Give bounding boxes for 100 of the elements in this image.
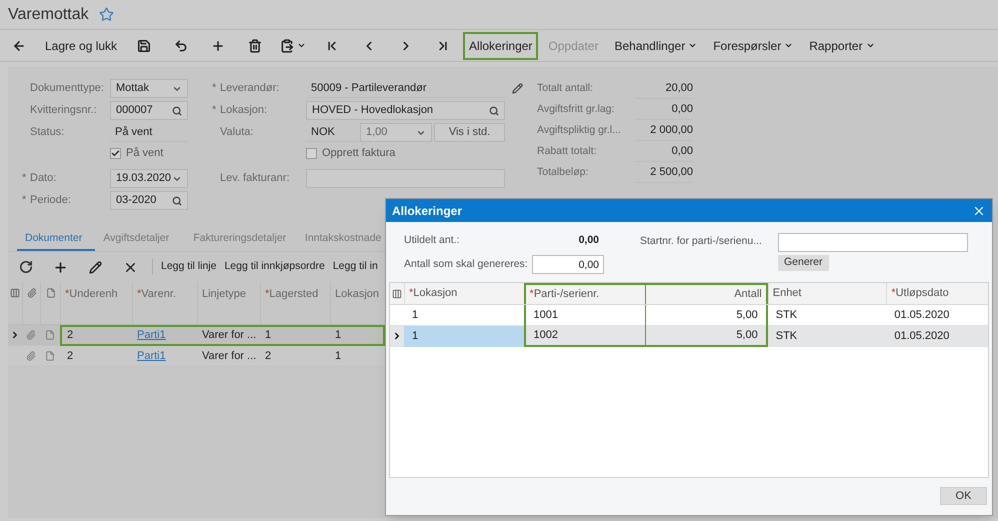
caret-icon <box>297 41 306 50</box>
search-icon <box>172 106 182 116</box>
field-label: Leverandør: <box>220 81 280 96</box>
table-cell: Varer for ... <box>202 350 256 362</box>
table-cell: 2 <box>265 350 272 362</box>
table-cell: 1 <box>265 328 272 341</box>
caret-icon <box>866 41 875 50</box>
paperclip-icon[interactable] <box>26 351 36 361</box>
select-field[interactable]: 19.03.2020 <box>110 169 188 188</box>
field-label: Lokasjon: <box>220 103 268 118</box>
total-label: Avgiftsfritt gr.lag: <box>537 102 616 117</box>
table-cell-text: 01.05.2020 <box>894 308 950 323</box>
grid-toolbar-button[interactable]: Legg til linje <box>157 259 220 275</box>
column-settings-icon[interactable] <box>392 288 402 298</box>
star-icon[interactable] <box>98 7 114 22</box>
start-number-input[interactable] <box>778 232 968 252</box>
field-value: 50009 - Partileverandør <box>306 79 505 98</box>
field-label: Startnr. for parti-/serienu... <box>640 234 763 250</box>
current-row-icon <box>10 330 20 340</box>
table-cell-text: 5,00 <box>736 328 758 343</box>
total-value: 2 500,00 <box>635 162 693 182</box>
field-label: Antall som skal genereres: <box>404 256 528 272</box>
table-cell-text: 5,00 <box>736 308 758 323</box>
save-icon <box>136 38 151 52</box>
table-row[interactable]: 1 1001 5,00 STK 01.05.2020 <box>390 305 988 326</box>
field-label: Status: <box>30 125 64 140</box>
field-value: På vent <box>110 123 188 142</box>
rate-select[interactable]: 1,00 <box>360 123 432 142</box>
refresh-icon[interactable] <box>18 260 32 274</box>
file-icon[interactable] <box>45 351 55 361</box>
lookup-field[interactable]: 03-2020 <box>110 191 188 210</box>
file-icon <box>46 288 56 298</box>
required-asterisk: * <box>212 82 216 94</box>
total-label: Avgiftspliktig gr.l... <box>537 122 622 138</box>
field-label: Utildelt ant.: <box>404 233 460 248</box>
ok-button[interactable]: OK <box>940 487 987 505</box>
grid-toolbar-button[interactable]: Legg til innkjøpsordre <box>220 259 329 275</box>
table-cell-text: 1 <box>412 308 418 323</box>
total-label: Rabatt totalt: <box>537 144 598 159</box>
pencil-icon[interactable] <box>89 260 102 274</box>
field-label: Lev. fakturanr: <box>220 171 290 186</box>
clipboard-icon <box>280 38 294 52</box>
caret-icon <box>784 41 794 50</box>
pencil-icon[interactable] <box>512 83 523 94</box>
table-cell: 1 <box>335 350 342 362</box>
field-label: Periode: <box>30 193 71 208</box>
page-title: Varemottak <box>8 4 89 24</box>
table-cell-text: 1001 <box>534 308 558 323</box>
table-row[interactable]: 1 1002 5,00 STK 01.05.2020 <box>390 326 988 347</box>
menu-button[interactable]: Forespørsler <box>709 34 798 58</box>
total-value: 0,00 <box>635 100 693 120</box>
search-icon <box>172 196 182 206</box>
menu-button[interactable]: Rapporter <box>805 34 879 58</box>
total-value: 20,00 <box>635 78 693 98</box>
total-value: 2 000,00 <box>635 120 693 140</box>
undo-icon <box>174 38 188 52</box>
total-value: 0,00 <box>635 142 693 162</box>
caret-icon <box>688 41 698 50</box>
paperclip-icon[interactable] <box>26 330 36 340</box>
trash-icon <box>248 38 262 52</box>
toolbar-button[interactable]: Lagre og lukk <box>41 34 122 58</box>
table-cell: 2 <box>67 328 74 341</box>
search-icon <box>489 106 499 116</box>
field-label: Valuta: <box>220 125 254 140</box>
column-header[interactable]: *Lokasjon <box>404 283 524 304</box>
column-header[interactable]: *Utløpsdato <box>886 283 988 304</box>
required-asterisk: * <box>22 194 26 206</box>
column-header[interactable]: Enhet <box>768 283 886 304</box>
checkbox[interactable] <box>306 148 317 159</box>
lookup-field[interactable]: 000007 <box>110 101 188 120</box>
plus-icon <box>210 38 225 52</box>
menu-button[interactable]: Behandlinger <box>610 34 702 58</box>
lookup-field[interactable]: HOVED - Hovedlokasjon <box>306 101 505 120</box>
field-label: Dato: <box>30 171 56 186</box>
table-cell-text: 1002 <box>534 328 558 343</box>
required-asterisk: * <box>212 104 216 116</box>
field-value: 0,00 <box>578 233 600 248</box>
required-asterisk: * <box>22 172 26 184</box>
checkbox-label: Opprett faktura <box>322 146 396 162</box>
grid-toolbar-button[interactable]: Legg til in <box>328 259 382 275</box>
field-label: Kvitteringsnr.: <box>30 103 97 118</box>
check-icon <box>111 149 120 158</box>
checkbox[interactable] <box>110 148 121 159</box>
column-settings-icon[interactable] <box>10 288 20 298</box>
count-input[interactable]: 0,00 <box>532 255 604 274</box>
toolbar-button[interactable]: Allokeringer <box>465 34 536 58</box>
dialog-title: Allokeringer <box>392 202 462 220</box>
show-base-button[interactable]: Vis i std. <box>434 123 505 142</box>
checkbox-label: På vent <box>126 146 164 162</box>
paperclip-icon <box>26 288 36 298</box>
table-cell-text: 01.05.2020 <box>894 328 950 344</box>
table-cell-text: 1 <box>412 328 418 344</box>
total-label: Totalt antall: <box>537 80 594 96</box>
total-label: Totalbeløp: <box>537 164 590 180</box>
currency-value: NOK <box>306 123 358 142</box>
table-cell: 1 <box>335 328 342 341</box>
generate-button[interactable]: Generer <box>778 255 829 271</box>
plus-icon[interactable] <box>53 260 68 274</box>
select-field[interactable]: Mottak <box>110 79 188 98</box>
table-cell-text: STK <box>776 328 798 344</box>
